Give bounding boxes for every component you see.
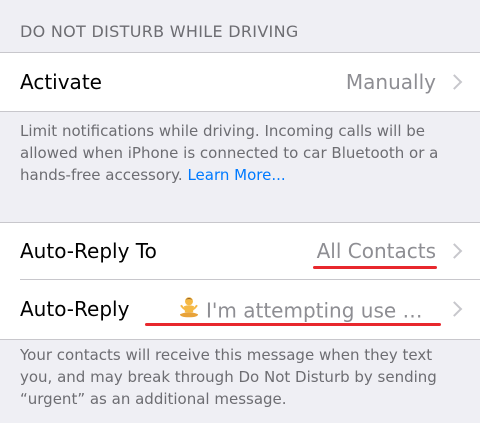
- person-in-lotus-position-icon: [180, 297, 198, 318]
- chevron-right-icon: [446, 74, 463, 90]
- auto-reply-value: I'm attempting use my p...: [178, 296, 436, 322]
- chevron-right-icon: [446, 243, 463, 259]
- auto-reply-to-row[interactable]: Auto-Reply To All Contacts: [0, 223, 480, 279]
- activate-value: Manually: [345, 70, 436, 94]
- auto-reply-group: Auto-Reply To All Contacts Auto-Reply I'…: [0, 222, 480, 340]
- auto-reply-row[interactable]: Auto-Reply I'm attempting use my p...: [0, 279, 480, 339]
- chevron-right-icon: [446, 301, 463, 317]
- auto-reply-to-label: Auto-Reply To: [20, 239, 157, 263]
- auto-reply-footer: Your contacts will receive this message …: [20, 346, 437, 408]
- section-header: DO NOT DISTURB WHILE DRIVING: [20, 22, 299, 41]
- activate-row[interactable]: Activate Manually: [0, 53, 480, 111]
- learn-more-link[interactable]: Learn More...: [187, 166, 285, 184]
- auto-reply-to-value: All Contacts: [316, 239, 436, 263]
- activate-footer: Limit notifications while driving. Incom…: [20, 120, 460, 186]
- auto-reply-message: I'm attempting use my p...: [206, 297, 436, 322]
- activate-label: Activate: [20, 70, 102, 94]
- auto-reply-label: Auto-Reply: [20, 297, 130, 321]
- annotation-underline: [313, 266, 437, 269]
- activate-group: Activate Manually: [0, 52, 480, 112]
- annotation-underline: [145, 323, 441, 326]
